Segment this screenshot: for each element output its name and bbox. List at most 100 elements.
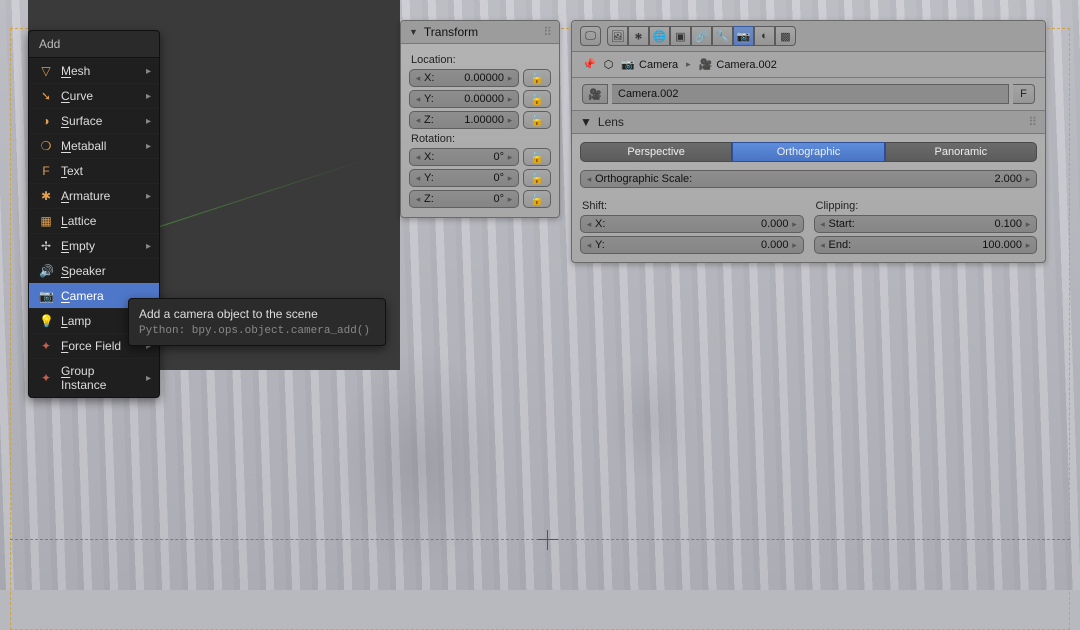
add-menu-item-surface[interactable]: ◑ Surface ▸ <box>29 108 159 133</box>
context-material-icon[interactable]: ◐ <box>754 26 775 46</box>
menu-item-label: Mesh <box>61 64 138 78</box>
tooltip-title: Add a camera object to the scene <box>139 307 375 321</box>
rotation-label: Rotation: <box>411 133 551 145</box>
chevron-right-icon: ▸ <box>146 116 151 127</box>
context-scene-icon[interactable]: 🞷 <box>628 26 649 46</box>
empty-icon: ✢ <box>39 239 53 253</box>
transform-panel[interactable]: ▼ Transform ⠿ Location: ◂X:0.00000▸ 🔓 ◂Y… <box>400 20 560 218</box>
forcefield-icon: ✦ <box>39 339 53 353</box>
lamp-icon: 💡 <box>39 314 53 328</box>
fake-user-button[interactable]: F <box>1013 84 1035 104</box>
menu-item-label: Surface <box>61 114 138 128</box>
disclosure-icon: ▼ <box>409 27 418 37</box>
clip-start[interactable]: ◂Start:0.100▸ <box>814 215 1038 233</box>
menu-item-label: Group Instance <box>61 364 138 392</box>
context-constraints-icon[interactable]: 🔗 <box>691 26 712 46</box>
location-x[interactable]: ◂X:0.00000▸ <box>409 69 519 87</box>
add-menu-item-text[interactable]: F Text <box>29 158 159 183</box>
context-render-icon[interactable]: 🖵 <box>580 26 601 46</box>
datablock-name-row: 🎥 F <box>572 78 1045 111</box>
camera-data-icon[interactable]: 🎥 <box>582 84 608 104</box>
shift-y[interactable]: ◂Y:0.000▸ <box>580 236 804 254</box>
lock-x-icon[interactable]: 🔓 <box>523 69 551 87</box>
pin-icon[interactable]: 📌 <box>582 58 596 71</box>
text-icon: F <box>39 164 53 178</box>
mesh-icon: ▽ <box>39 64 53 78</box>
location-z[interactable]: ◂Z:1.00000▸ <box>409 111 519 129</box>
grip-icon: ⠿ <box>543 25 551 39</box>
lock-ry-icon[interactable]: 🔓 <box>523 169 551 187</box>
lattice-icon: ▦ <box>39 214 53 228</box>
breadcrumb-camera[interactable]: 📷Camera <box>621 58 678 71</box>
menu-item-label: Lamp <box>61 314 138 328</box>
context-texture-icon[interactable]: ▩ <box>775 26 796 46</box>
rotation-y[interactable]: ◂Y:0°▸ <box>409 169 519 187</box>
lens-orthographic-button[interactable]: Orthographic <box>732 142 884 162</box>
lock-z-icon[interactable]: 🔓 <box>523 111 551 129</box>
menu-item-label: Armature <box>61 189 138 203</box>
location-y[interactable]: ◂Y:0.00000▸ <box>409 90 519 108</box>
speaker-icon: 🔊 <box>39 264 53 278</box>
add-menu-item-armature[interactable]: ✱ Armature ▸ <box>29 183 159 208</box>
lens-type-segmented[interactable]: Perspective Orthographic Panoramic <box>580 142 1037 162</box>
menu-item-label: Text <box>61 164 151 178</box>
lens-title: Lens <box>598 115 624 129</box>
context-world-icon[interactable]: 🌐 <box>649 26 670 46</box>
breadcrumb-camera-data[interactable]: 🎥Camera.002 <box>699 58 777 71</box>
context-modifiers-icon[interactable]: 🔧 <box>712 26 733 46</box>
lock-rz-icon[interactable]: 🔓 <box>523 190 551 208</box>
add-menu-item-speaker[interactable]: 🔊 Speaker <box>29 258 159 283</box>
lens-panoramic-button[interactable]: Panoramic <box>885 142 1037 162</box>
group-icon: ✦ <box>39 371 53 385</box>
hierarchy-icon: ⬡ <box>604 58 614 71</box>
menu-item-label: Curve <box>61 89 138 103</box>
camera-object-icon: 📷 <box>621 58 635 71</box>
tooltip: Add a camera object to the scene Python:… <box>128 298 386 346</box>
surface-icon: ◑ <box>39 114 53 128</box>
chevron-right-icon: ▸ <box>146 373 151 384</box>
rotation-z[interactable]: ◂Z:0°▸ <box>409 190 519 208</box>
add-menu-item-group-instance[interactable]: ✦ Group Instance ▸ <box>29 358 159 397</box>
menu-item-label: Force Field <box>61 339 138 353</box>
properties-context-toolbar[interactable]: 🖵 🖼 🞷 🌐 ▣ 🔗 🔧 📷 ◐ ▩ <box>572 21 1045 52</box>
chevron-right-icon: ▸ <box>146 191 151 202</box>
armature-icon: ✱ <box>39 189 53 203</box>
menu-item-label: Speaker <box>61 264 151 278</box>
menu-item-label: Metaball <box>61 139 138 153</box>
orthographic-scale[interactable]: ◂Orthographic Scale:2.000▸ <box>580 170 1037 188</box>
datablock-name-input[interactable] <box>612 84 1009 104</box>
transform-panel-header[interactable]: ▼ Transform ⠿ <box>401 21 559 44</box>
rotation-x[interactable]: ◂X:0°▸ <box>409 148 519 166</box>
clip-end[interactable]: ◂End:100.000▸ <box>814 236 1038 254</box>
add-menu-title: Add <box>29 31 159 58</box>
clipping-label: Clipping: <box>816 200 1038 212</box>
context-object-icon[interactable]: ▣ <box>670 26 691 46</box>
curve-icon: ➘ <box>39 89 53 103</box>
breadcrumb: 📌 ⬡ 📷Camera ▸ 🎥Camera.002 <box>572 52 1045 78</box>
tooltip-python: Python: bpy.ops.object.camera_add() <box>139 325 375 337</box>
lens-perspective-button[interactable]: Perspective <box>580 142 732 162</box>
camera-data-icon: 🎥 <box>699 58 713 71</box>
context-data-icon[interactable]: 📷 <box>733 26 754 46</box>
metaball-icon: ❍ <box>39 139 53 153</box>
chevron-right-icon: ▸ <box>146 66 151 77</box>
properties-panel[interactable]: 🖵 🖼 🞷 🌐 ▣ 🔗 🔧 📷 ◐ ▩ 📌 ⬡ 📷Camera ▸ 🎥Camer… <box>571 20 1046 263</box>
lock-y-icon[interactable]: 🔓 <box>523 90 551 108</box>
lock-rx-icon[interactable]: 🔓 <box>523 148 551 166</box>
chevron-right-icon: ▸ <box>146 91 151 102</box>
add-menu-item-mesh[interactable]: ▽ Mesh ▸ <box>29 58 159 83</box>
add-menu-item-curve[interactable]: ➘ Curve ▸ <box>29 83 159 108</box>
chevron-right-icon: ▸ <box>146 141 151 152</box>
location-label: Location: <box>411 54 551 66</box>
context-render-layers-icon[interactable]: 🖼 <box>607 26 628 46</box>
lens-panel-header[interactable]: ▼ Lens ⠿ <box>572 111 1045 134</box>
add-menu-item-lattice[interactable]: ▦ Lattice <box>29 208 159 233</box>
3d-cursor <box>538 530 558 550</box>
shift-x[interactable]: ◂X:0.000▸ <box>580 215 804 233</box>
add-menu-item-metaball[interactable]: ❍ Metaball ▸ <box>29 133 159 158</box>
add-menu-item-empty[interactable]: ✢Empty▸ <box>29 233 159 258</box>
grip-icon: ⠿ <box>1028 115 1037 129</box>
chevron-right-icon: ▸ <box>686 59 691 70</box>
menu-item-label: Lattice <box>61 214 151 228</box>
disclosure-icon: ▼ <box>580 115 592 129</box>
